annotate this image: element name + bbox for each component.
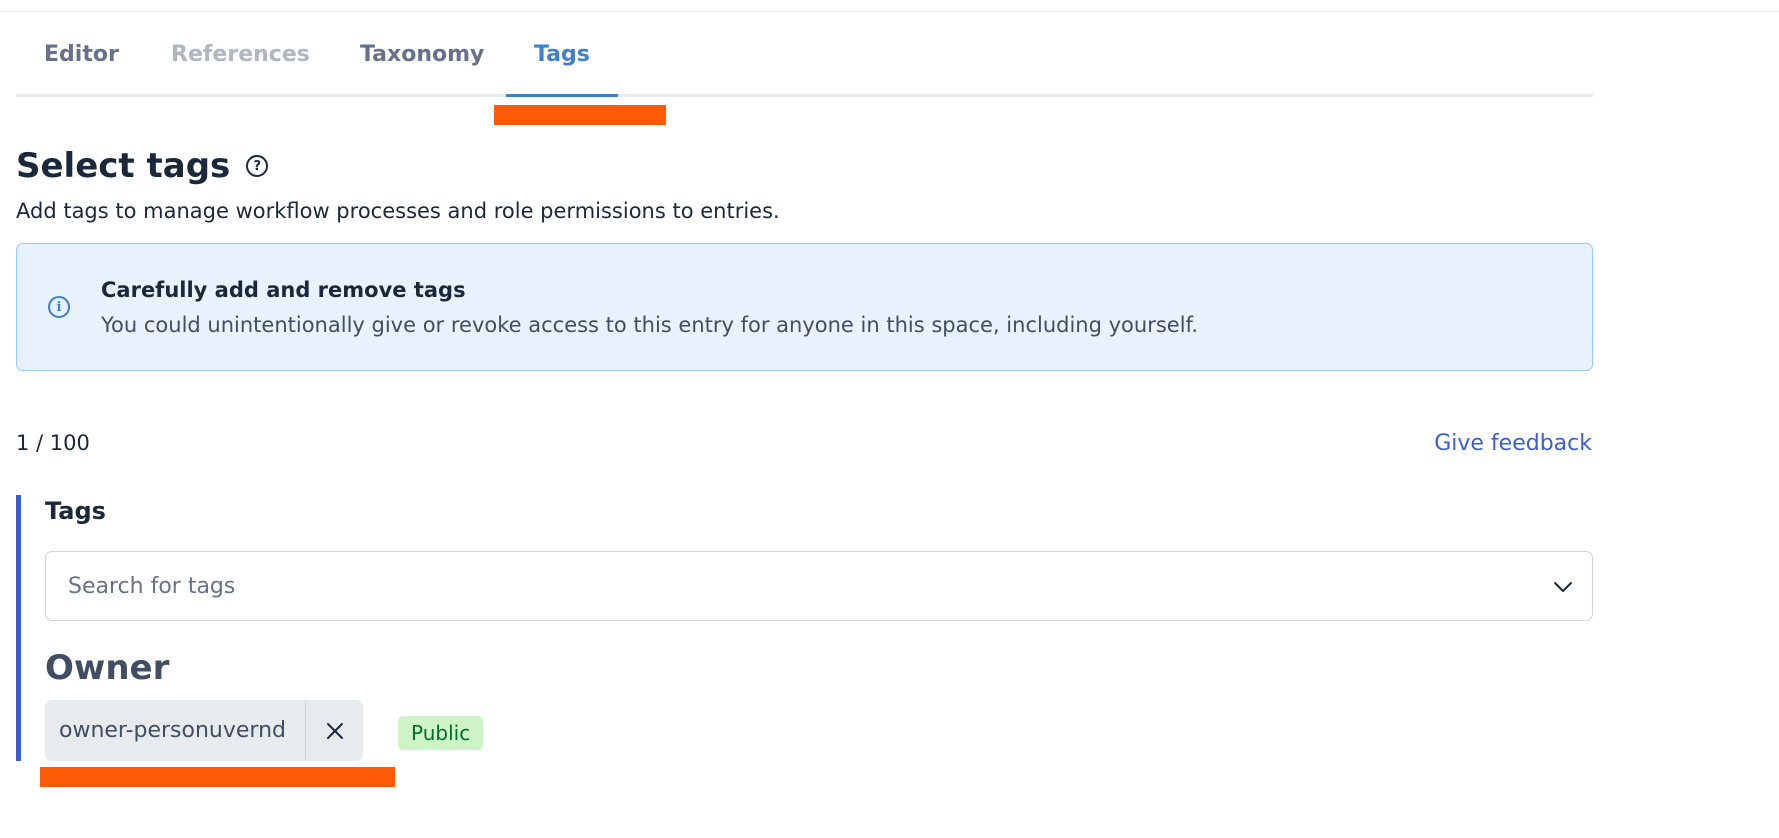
note-body: You could unintentionally give or revoke… (101, 313, 1199, 337)
page-subtitle: Add tags to manage workflow processes an… (16, 199, 780, 223)
tab-tags[interactable]: Tags (534, 42, 590, 67)
field-focus-bar (16, 495, 21, 761)
info-circle-icon: i (48, 296, 70, 318)
give-feedback-link[interactable]: Give feedback (1434, 431, 1592, 456)
redaction-mark (494, 105, 666, 125)
tab-taxonomy[interactable]: Taxonomy (360, 42, 484, 67)
tags-field-label: Tags (45, 497, 106, 525)
tag-group-title: Owner (45, 648, 170, 688)
section-heading: Select tags ? (16, 146, 269, 186)
tab-editor[interactable]: Editor (44, 42, 119, 67)
entry-tabs: Editor References Taxonomy Tags (16, 34, 1593, 97)
close-icon (326, 722, 343, 739)
chevron-down-icon[interactable] (1552, 576, 1574, 598)
tag-pill: owner-personuvernd (45, 700, 363, 761)
tabs-divider (16, 94, 1593, 97)
tag-counter: 1 / 100 (16, 431, 90, 455)
remove-tag-button[interactable] (306, 700, 363, 761)
redaction-mark (40, 767, 395, 787)
warning-note: i Carefully add and remove tags You coul… (16, 243, 1593, 371)
tag-search-combobox[interactable] (45, 551, 1593, 621)
tag-pill-label: owner-personuvernd (59, 718, 286, 743)
note-title: Carefully add and remove tags (101, 278, 466, 302)
question-circle-icon[interactable]: ? (246, 155, 269, 177)
top-border (0, 11, 1779, 12)
tab-references[interactable]: References (171, 42, 310, 67)
page-title: Select tags (16, 146, 231, 186)
tag-search-input[interactable] (68, 573, 1508, 599)
active-tab-indicator (506, 94, 618, 97)
visibility-badge: Public (398, 716, 484, 750)
